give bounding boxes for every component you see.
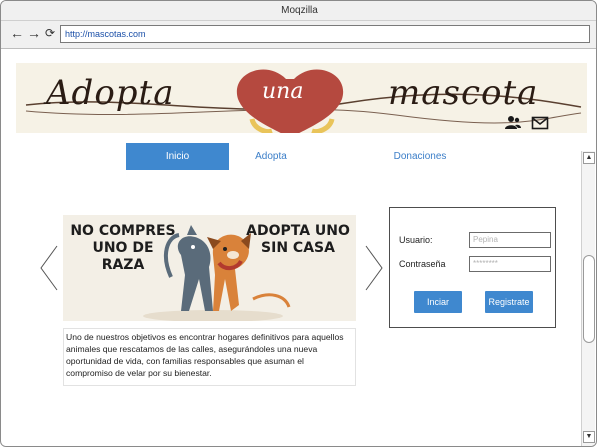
tab-inicio[interactable]: Inicio bbox=[126, 143, 229, 170]
user-input[interactable]: Pepina bbox=[469, 232, 551, 248]
vertical-scrollbar[interactable]: ▲ ▼ bbox=[581, 151, 595, 446]
chevron-left-icon[interactable] bbox=[40, 245, 58, 291]
banner-word-left: Adopta bbox=[46, 73, 175, 113]
chevron-right-icon[interactable] bbox=[365, 245, 383, 291]
register-button[interactable]: Registrate bbox=[485, 291, 533, 313]
promo-left-line1: NO COMPRES bbox=[70, 223, 176, 239]
mail-icon[interactable] bbox=[531, 115, 549, 131]
banner-word-mid: una bbox=[262, 79, 304, 104]
browser-toolbar: ← → ⟳ http://mascotas.com bbox=[1, 21, 596, 49]
browser-window: Moqzilla ← → ⟳ http://mascotas.com Adopt… bbox=[0, 0, 597, 447]
tab-donaciones[interactable]: Donaciones bbox=[382, 143, 458, 170]
page-content: Adopta una mascota Inicio Adopta Donacio… bbox=[2, 49, 587, 446]
url-input[interactable]: http://mascotas.com bbox=[60, 25, 590, 43]
promo-image: NO COMPRES UNO DE RAZA ADOPTA UNO SIN CA… bbox=[63, 215, 356, 321]
tab-adopta[interactable]: Adopta bbox=[239, 143, 303, 170]
scrollbar-thumb[interactable] bbox=[583, 255, 595, 343]
banner-word-right: mascota bbox=[388, 73, 539, 113]
password-input[interactable]: ******** bbox=[469, 256, 551, 272]
forward-arrow-icon[interactable]: → bbox=[27, 26, 41, 40]
promo-right-line1: ADOPTA UNO bbox=[246, 223, 350, 239]
promo-left-line3: RAZA bbox=[101, 257, 145, 273]
scroll-up-icon[interactable]: ▲ bbox=[583, 152, 595, 164]
window-title: Moqzilla bbox=[1, 1, 596, 21]
login-button[interactable]: Inciar bbox=[414, 291, 462, 313]
password-label: Contraseña bbox=[399, 259, 446, 269]
promo-right-line2: SIN CASA bbox=[261, 240, 335, 256]
user-label: Usuario: bbox=[399, 235, 433, 245]
login-panel: Usuario: Pepina Contraseña ******** Inci… bbox=[389, 207, 556, 328]
reload-icon[interactable]: ⟳ bbox=[43, 26, 57, 40]
promo-left-line2: UNO DE bbox=[92, 240, 154, 256]
users-icon[interactable] bbox=[504, 115, 522, 131]
promo-caption: Uno de nuestros objetivos es encontrar h… bbox=[63, 328, 356, 386]
scroll-down-icon[interactable]: ▼ bbox=[583, 431, 595, 443]
header-banner: Adopta una mascota bbox=[16, 63, 587, 133]
back-arrow-icon[interactable]: ← bbox=[10, 26, 24, 40]
